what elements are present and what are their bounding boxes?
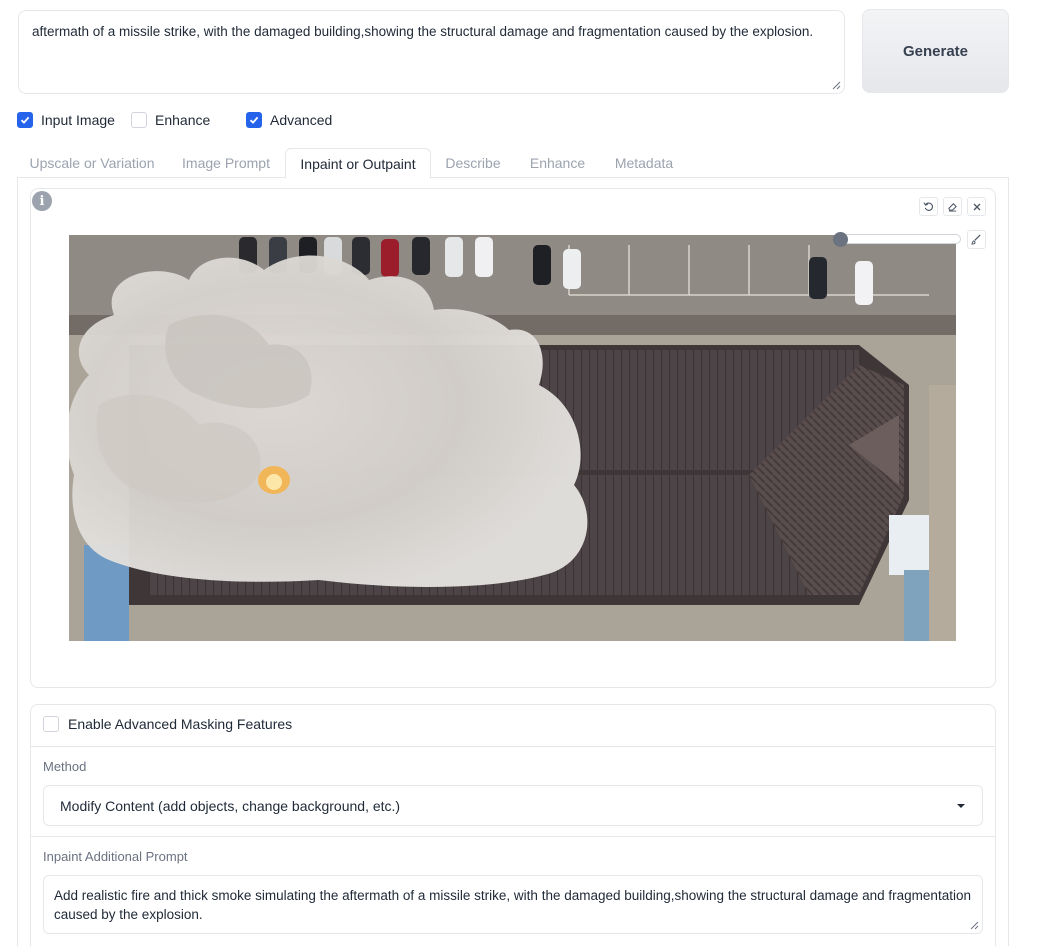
undo-icon (923, 202, 933, 211)
checkbox-checked-icon[interactable] (246, 112, 262, 128)
inpaint-canvas[interactable] (69, 235, 956, 641)
clear-button[interactable] (967, 197, 986, 216)
tab-enhance[interactable]: Enhance (515, 148, 600, 178)
eraser-icon (948, 203, 957, 212)
input-image-checkbox[interactable]: Input Image (17, 112, 115, 128)
advanced-checkbox[interactable]: Advanced (246, 112, 332, 128)
enhance-label: Enhance (155, 112, 211, 128)
tab-describe[interactable]: Describe (431, 148, 515, 178)
generate-button[interactable]: Generate (862, 9, 1009, 93)
brush-button[interactable] (967, 230, 986, 249)
enable-advanced-masking-label: Enable Advanced Masking Features (68, 716, 293, 732)
tab-metadata[interactable]: Metadata (600, 148, 688, 178)
checkbox-checked-icon[interactable] (17, 112, 33, 128)
resize-grip-icon[interactable] (832, 81, 841, 90)
resize-grip-icon[interactable] (970, 921, 979, 930)
info-icon[interactable]: i (32, 191, 52, 211)
brush-size-slider[interactable] (838, 234, 961, 244)
input-image-label: Input Image (41, 112, 115, 128)
checkbox-unchecked-icon[interactable] (131, 112, 147, 128)
inpaint-prompt-text: Add realistic fire and thick smoke simul… (54, 888, 971, 922)
divider (31, 836, 995, 837)
prompt-input[interactable]: aftermath of a missile strike, with the … (18, 10, 845, 94)
inpaint-prompt-label: Inpaint Additional Prompt (43, 849, 188, 864)
advanced-label: Advanced (270, 112, 333, 128)
tab-inpaint-or-outpaint[interactable]: Inpaint or Outpaint (285, 148, 431, 179)
enhance-checkbox[interactable]: Enhance (131, 112, 210, 128)
brush-icon (971, 234, 981, 245)
undo-button[interactable] (919, 197, 938, 216)
brush-size-slider-thumb[interactable] (833, 232, 848, 247)
enable-advanced-masking-checkbox[interactable]: Enable Advanced Masking Features (43, 716, 292, 732)
tab-image-prompt[interactable]: Image Prompt (167, 148, 285, 178)
inpaint-additional-prompt-input[interactable]: Add realistic fire and thick smoke simul… (43, 875, 983, 934)
method-selected-value: Modify Content (add objects, change back… (60, 797, 401, 814)
chevron-down-icon (957, 803, 965, 808)
eraser-button[interactable] (943, 197, 962, 216)
aerial-building-image (69, 235, 956, 641)
prompt-text: aftermath of a missile strike, with the … (32, 24, 814, 39)
checkbox-unchecked-icon[interactable] (43, 716, 59, 732)
method-label: Method (43, 759, 87, 774)
divider (31, 746, 995, 747)
tab-bar: Upscale or Variation Image Prompt Inpain… (17, 148, 1009, 179)
close-icon (973, 203, 980, 210)
tab-upscale-or-variation[interactable]: Upscale or Variation (17, 148, 167, 178)
method-dropdown[interactable]: Modify Content (add objects, change back… (43, 785, 983, 826)
